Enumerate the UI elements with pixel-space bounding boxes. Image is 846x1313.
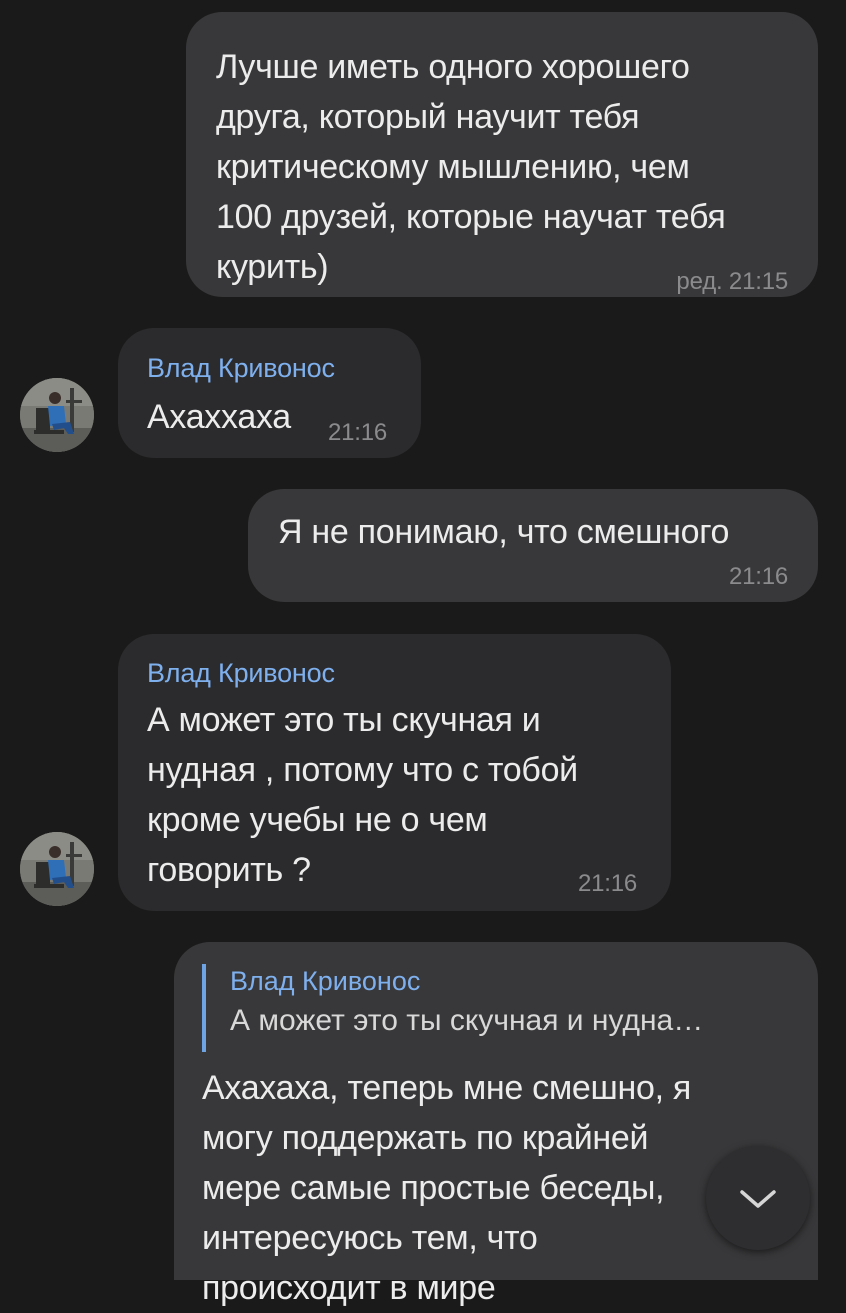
message-bubble-incoming[interactable]: Влад Кривонос Ахаххаха 21:16 [118,328,421,458]
message-bubble-outgoing[interactable]: Лучше иметь одного хорошего друга, котор… [186,12,818,297]
sender-name[interactable]: Влад Кривонос [147,350,335,386]
message-time: ред. 21:15 [676,268,788,295]
message-time: 21:16 [578,870,638,897]
reply-text: А может это ты скучная и нудна… [230,1004,704,1037]
reply-quote[interactable]: Влад Кривонос А может это ты скучная и н… [202,964,772,1052]
chevron-down-icon [740,1190,776,1208]
message-text: Лучше иметь одного хорошего друга, котор… [216,48,726,286]
message-bubble-incoming[interactable]: Влад Кривонос А может это ты скучная и н… [118,634,671,911]
message-text: А может это ты скучная и нудная , потому… [147,701,578,889]
avatar-photo [20,832,94,906]
message-bubble-outgoing[interactable]: Я не понимаю, что смешного 21:16 [248,489,818,602]
avatar-photo [20,378,94,452]
avatar[interactable] [20,832,94,906]
reply-sender-name: Влад Кривонос [230,966,421,996]
message-text: Я не понимаю, что смешного [278,513,730,551]
scroll-to-bottom-button[interactable] [706,1146,810,1250]
message-time: 21:16 [328,419,388,446]
sender-name[interactable]: Влад Кривонос [147,655,335,691]
avatar[interactable] [20,378,94,452]
message-text: Ахаххаха [147,398,291,436]
message-time: 21:16 [728,563,788,590]
